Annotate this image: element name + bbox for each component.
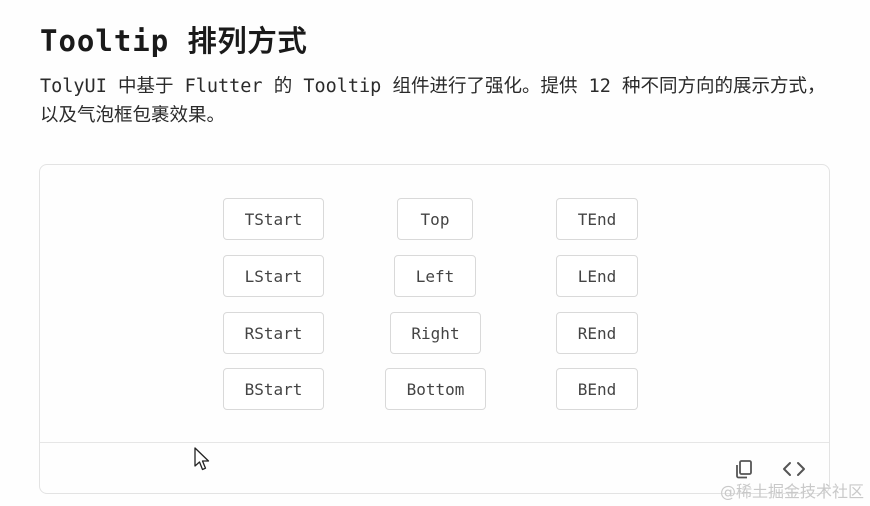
demo-card: TStart Top TEnd LStart Left LEnd RStart … xyxy=(39,164,830,494)
top-button[interactable]: Top xyxy=(397,198,473,240)
rend-button[interactable]: REnd xyxy=(556,312,638,354)
bend-button[interactable]: BEnd xyxy=(556,368,638,410)
page-title: Tooltip 排列方式 xyxy=(40,24,308,58)
left-button[interactable]: Left xyxy=(394,255,476,297)
page: Tooltip 排列方式 TolyUI 中基于 Flutter 的 Toolti… xyxy=(0,0,870,506)
card-divider xyxy=(40,442,829,443)
tend-button[interactable]: TEnd xyxy=(556,198,638,240)
bstart-button[interactable]: BStart xyxy=(223,368,324,410)
lend-button[interactable]: LEnd xyxy=(556,255,638,297)
right-button[interactable]: Right xyxy=(390,312,481,354)
page-description: TolyUI 中基于 Flutter 的 Tooltip 组件进行了强化。提供 … xyxy=(40,76,826,126)
mouse-cursor-icon xyxy=(194,447,212,477)
rstart-button[interactable]: RStart xyxy=(223,312,324,354)
tstart-button[interactable]: TStart xyxy=(223,198,324,240)
bottom-button[interactable]: Bottom xyxy=(385,368,486,410)
lstart-button[interactable]: LStart xyxy=(223,255,324,297)
watermark: @稀土掘金技术社区 xyxy=(719,482,864,501)
